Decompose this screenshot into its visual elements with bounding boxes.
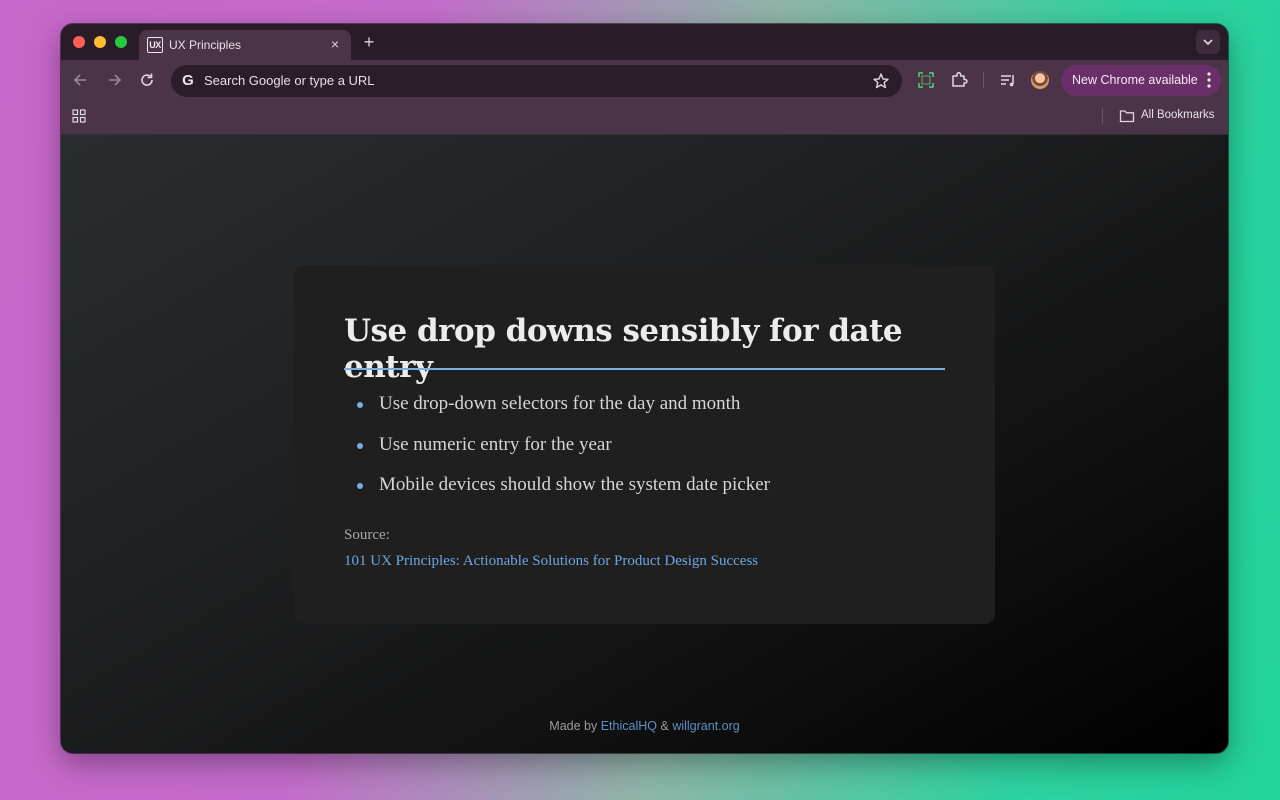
tab-title: UX Principles [169, 38, 242, 52]
forward-button[interactable] [103, 69, 125, 91]
list-item: Use numeric entry for the year [344, 434, 770, 475]
chevron-down-icon [1203, 39, 1213, 46]
close-window-button[interactable] [73, 36, 85, 48]
principle-card: Use drop downs sensibly for date entry U… [294, 265, 995, 624]
screenshot-icon[interactable] [915, 69, 937, 91]
list-item: Use drop-down selectors for the day and … [344, 393, 770, 434]
footer-prefix: Made by [549, 719, 598, 733]
bookmarks-bar: All Bookmarks [61, 100, 1228, 135]
address-placeholder: Search Google or type a URL [204, 73, 375, 88]
back-arrow-icon [73, 74, 86, 86]
apps-grid-icon[interactable] [72, 109, 86, 128]
update-label: New Chrome available [1072, 73, 1198, 87]
tab-ux-principles[interactable]: UX UX Principles × [139, 30, 351, 60]
forward-arrow-icon [109, 74, 122, 86]
ethicalhq-link[interactable]: EthicalHQ [601, 719, 657, 733]
minimize-window-button[interactable] [94, 36, 106, 48]
principle-points: Use drop-down selectors for the day and … [344, 393, 770, 515]
all-bookmarks-link[interactable]: All Bookmarks [1141, 109, 1215, 121]
page-content: Use drop downs sensibly for date entry U… [61, 135, 1228, 753]
toolbar: G Search Google or type a URL New Chrome… [61, 60, 1228, 100]
reload-icon [141, 73, 153, 86]
toolbar-divider [983, 72, 984, 88]
tab-search-button[interactable] [1196, 30, 1220, 54]
new-chrome-available-button[interactable]: New Chrome available [1061, 65, 1221, 96]
browser-window: UX UX Principles × + G Search Google or … [61, 24, 1228, 753]
address-bar[interactable]: G Search Google or type a URL [171, 65, 902, 97]
willgrant-link[interactable]: willgrant.org [672, 719, 739, 733]
extensions-puzzle-icon[interactable] [948, 69, 970, 91]
maximize-window-button[interactable] [115, 36, 127, 48]
favicon-icon: UX [147, 37, 163, 53]
reading-list-icon[interactable] [997, 69, 1019, 91]
google-icon: G [182, 72, 194, 89]
title-underline [344, 368, 945, 370]
principle-title: Use drop downs sensibly for date entry [344, 313, 903, 385]
bookmark-star-icon[interactable] [872, 72, 890, 95]
list-item: Mobile devices should show the system da… [344, 474, 770, 515]
footer: Made by EthicalHQ & willgrant.org [61, 719, 1228, 733]
bookmarks-divider [1102, 108, 1103, 124]
tab-close-icon[interactable]: × [327, 35, 343, 53]
profile-avatar[interactable] [1031, 71, 1049, 89]
source-link[interactable]: 101 UX Principles: Actionable Solutions … [344, 553, 758, 570]
tab-strip: UX UX Principles × + [61, 24, 1228, 60]
more-vertical-icon [1207, 72, 1211, 88]
source-label: Source: [344, 527, 390, 543]
back-button[interactable] [70, 69, 92, 91]
new-tab-button[interactable]: + [360, 31, 378, 53]
folder-icon[interactable] [1119, 109, 1135, 128]
reload-button[interactable] [136, 69, 158, 91]
footer-ampersand: & [660, 719, 669, 733]
